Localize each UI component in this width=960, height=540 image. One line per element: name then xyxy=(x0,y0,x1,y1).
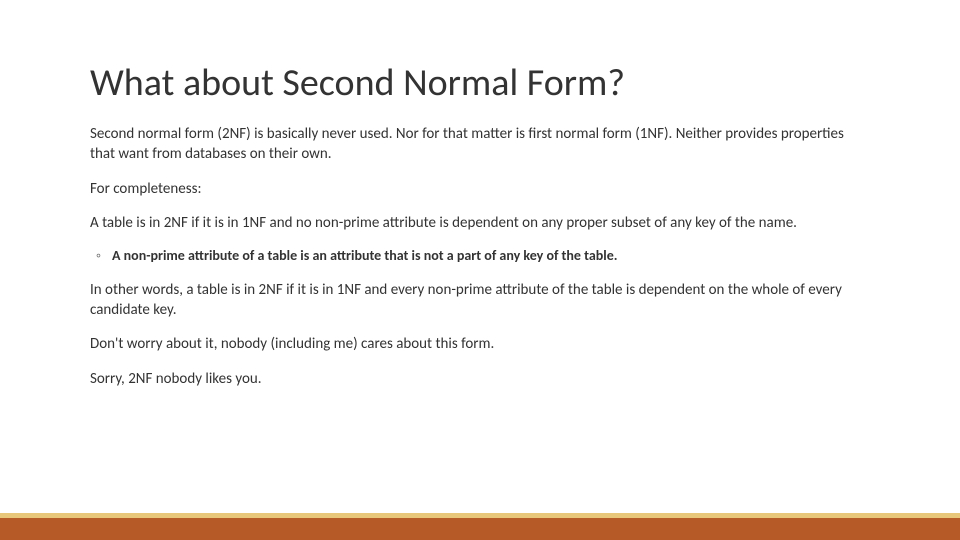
paragraph-dismiss: Don't worry about it, nobody (including … xyxy=(90,334,870,354)
paragraph-intro: Second normal form (2NF) is basically ne… xyxy=(90,124,870,165)
paragraph-sorry: Sorry, 2NF nobody likes you. xyxy=(90,369,870,389)
footer-bar xyxy=(0,518,960,540)
slide-title: What about Second Normal Form? xyxy=(90,60,870,106)
paragraph-restate: In other words, a table is in 2NF if it … xyxy=(90,280,870,321)
paragraph-completeness: For completeness: xyxy=(90,179,870,199)
sub-bullet-nonprime: A non-prime attribute of a table is an a… xyxy=(90,247,870,266)
paragraph-definition: A table is in 2NF if it is in 1NF and no… xyxy=(90,213,870,233)
slide-content: What about Second Normal Form? Second no… xyxy=(0,0,960,540)
